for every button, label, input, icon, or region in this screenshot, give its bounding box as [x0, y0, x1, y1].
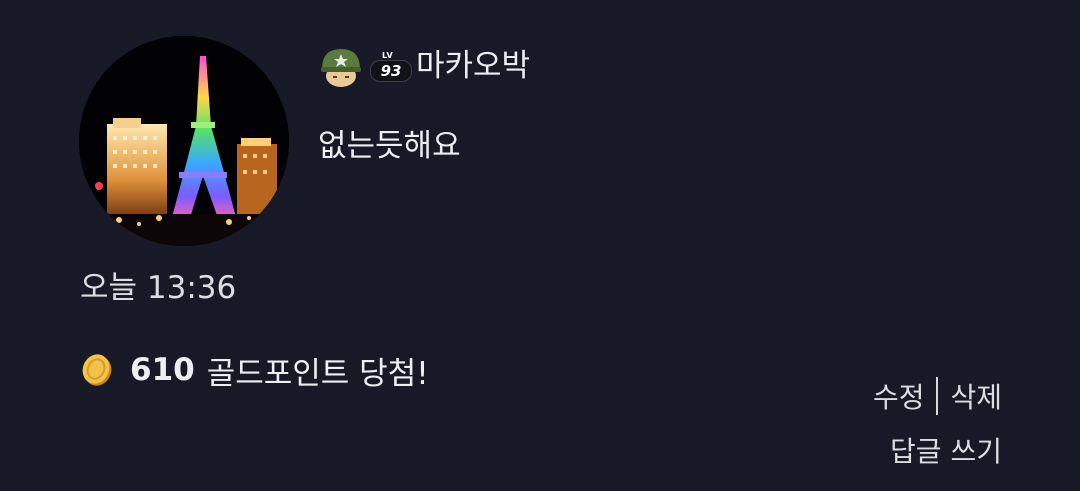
- points-value: 610: [130, 352, 195, 388]
- delete-button[interactable]: 삭제: [950, 376, 1002, 416]
- edit-button[interactable]: 수정: [873, 376, 925, 416]
- comment-card: LV 93 마카오박 없는듯해요 오늘 13:36 610 골드포인트 당첨! …: [0, 0, 1080, 491]
- comment-text: 없는듯해요: [318, 128, 461, 164]
- level-value: 93: [370, 60, 412, 82]
- avatar-image: [79, 36, 289, 246]
- avatar[interactable]: [79, 36, 289, 246]
- soldier-helmet-icon: [321, 49, 361, 87]
- level-badge: LV 93: [368, 49, 414, 83]
- author-row: LV 93 마카오박: [318, 40, 530, 92]
- gold-coin-icon: [82, 354, 112, 386]
- comment-actions: 수정 삭제: [873, 374, 1002, 418]
- divider: [936, 377, 939, 415]
- level-label: LV: [382, 51, 394, 60]
- timestamp: 오늘 13:36: [80, 270, 237, 306]
- points-label: 골드포인트 당첨!: [206, 355, 429, 392]
- reply-button[interactable]: 답글 쓰기: [890, 430, 1002, 474]
- username[interactable]: 마카오박: [416, 40, 530, 92]
- gold-point-reward: 610 골드포인트 당첨!: [80, 346, 429, 394]
